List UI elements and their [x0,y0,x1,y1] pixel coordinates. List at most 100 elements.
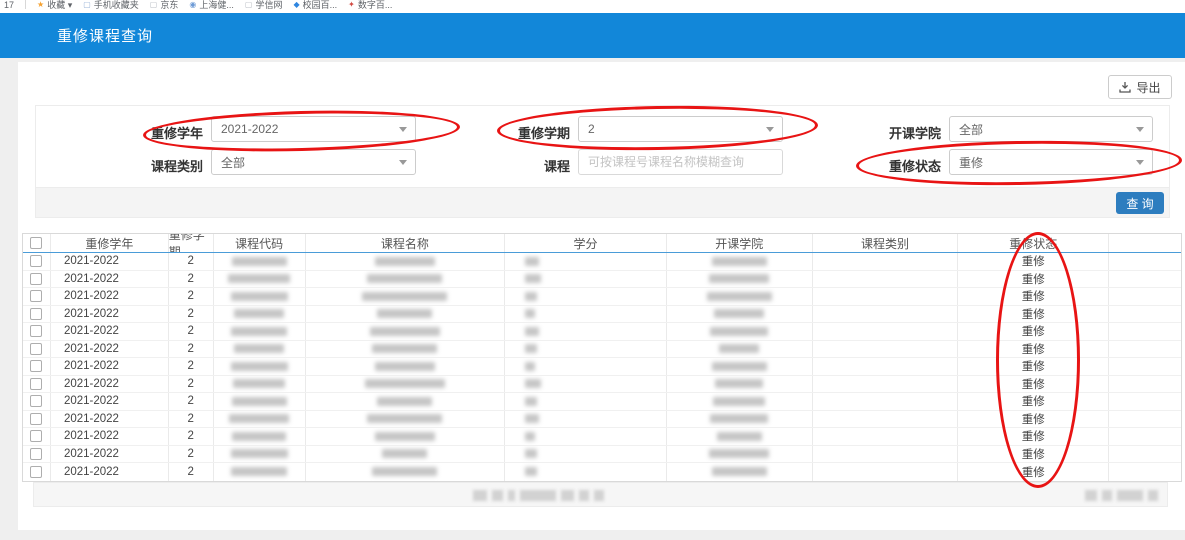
cell-retake-year: 2021-2022 [51,446,169,463]
redacted-pagination-item [1117,490,1143,501]
cell-retake-year: 2021-2022 [51,341,169,358]
redacted-college [713,397,765,406]
cell-category [813,288,959,305]
row-checkbox-cell [23,323,51,340]
cell-retake-status: 重修 [958,288,1109,305]
redacted-course-code [231,327,287,336]
cell-retake-status: 重修 [958,446,1109,463]
redacted-credit [525,257,539,266]
cell-retake-status: 重修 [958,393,1109,410]
redacted-course-name [372,344,437,353]
label-retake-term: 重修学期 [450,123,570,142]
cell-category [813,253,959,270]
cell-category [813,376,959,393]
retake-year-value: 2021-2022 [221,122,278,136]
redacted-course-code [229,414,289,423]
column-header-name: 课程名称 [306,234,506,252]
row-checkbox[interactable] [30,448,42,460]
redacted-college [712,362,767,371]
row-checkbox[interactable] [30,466,42,478]
globe-icon: ◉ [189,1,196,9]
cell-retake-status: 重修 [958,341,1109,358]
redacted-college [709,449,769,458]
row-checkbox[interactable] [30,378,42,390]
cell-filler [1109,393,1181,410]
redacted-credit [525,274,541,283]
cell-filler [1109,428,1181,445]
redacted-course-name [367,414,442,423]
redacted-course-code [228,274,290,283]
redacted-course-code [231,449,288,458]
site-icon: ▢ [245,1,253,9]
bookmarks-edge-text: 17 [4,0,14,10]
row-checkbox-cell [23,393,51,410]
cloud-icon: ◆ [293,1,299,9]
bookmark-item[interactable]: ▢学信网 [245,0,283,11]
redacted-college [710,327,768,336]
row-checkbox[interactable] [30,308,42,320]
row-checkbox-cell [23,463,51,481]
redacted-credit [525,449,537,458]
bookmark-item[interactable]: ▢京东 [150,0,179,11]
column-header-category: 课程类别 [813,234,959,252]
retake-year-select[interactable]: 2021-2022 [211,116,416,142]
redacted-course-code [233,379,285,388]
row-checkbox-cell [23,428,51,445]
table-row: 2021-2022 2 重修 [23,271,1181,289]
bookmark-item[interactable]: ★收藏 ▾ [37,0,72,11]
query-button[interactable]: 查 询 [1116,192,1164,214]
label-course-category: 课程类别 [83,156,203,175]
redacted-pagination-item [492,490,503,501]
cell-retake-term: 2 [169,306,214,323]
table-row: 2021-2022 2 重修 [23,306,1181,324]
cell-filler [1109,463,1181,481]
cell-retake-year: 2021-2022 [51,463,169,481]
redacted-course-code [231,292,288,301]
table-row: 2021-2022 2 重修 [23,411,1181,429]
cell-retake-term: 2 [169,411,214,428]
row-checkbox[interactable] [30,325,42,337]
cell-retake-status: 重修 [958,306,1109,323]
cell-retake-term: 2 [169,376,214,393]
cell-category [813,428,959,445]
row-checkbox[interactable] [30,395,42,407]
cell-retake-status: 重修 [958,411,1109,428]
cell-retake-status: 重修 [958,271,1109,288]
bookmark-item[interactable]: ◆校园百... [293,0,337,11]
cell-retake-year: 2021-2022 [51,393,169,410]
cell-filler [1109,306,1181,323]
retake-term-select[interactable]: 2 [578,116,783,142]
row-checkbox[interactable] [30,255,42,267]
bookmark-item[interactable]: ▢手机收藏夹 [83,0,139,11]
redacted-course-name [375,257,435,266]
table-row: 2021-2022 2 重修 [23,341,1181,359]
row-checkbox[interactable] [30,360,42,372]
cell-retake-status: 重修 [958,428,1109,445]
column-header-filler [1109,234,1181,252]
row-checkbox[interactable] [30,343,42,355]
cell-filler [1109,446,1181,463]
browser-bookmarks-bar: 17 ★收藏 ▾ ▢手机收藏夹 ▢京东 ◉上海健... ▢学信网 ◆校园百... ✦数字百.… [0,0,1185,13]
row-checkbox[interactable] [30,273,42,285]
row-checkbox-cell [23,446,51,463]
course-category-select[interactable]: 全部 [211,149,416,175]
row-checkbox[interactable] [30,413,42,425]
export-button-label: 导出 [1136,79,1160,96]
bookmark-item[interactable]: ◉上海健... [189,0,234,11]
retake-status-select[interactable]: 重修 [949,149,1153,175]
row-checkbox-cell [23,341,51,358]
row-checkbox[interactable] [30,290,42,302]
cell-filler [1109,253,1181,270]
course-search-input[interactable] [578,149,783,175]
label-retake-status: 重修状态 [821,156,941,175]
redacted-pagination-item [1102,490,1112,501]
cell-category [813,306,959,323]
redacted-college [719,344,759,353]
offering-college-select[interactable]: 全部 [949,116,1153,142]
cell-filler [1109,288,1181,305]
row-checkbox[interactable] [30,430,42,442]
cell-retake-term: 2 [169,428,214,445]
bookmark-item[interactable]: ✦数字百... [348,0,392,11]
select-all-checkbox[interactable] [30,237,42,249]
export-button[interactable]: 导出 [1108,75,1172,99]
